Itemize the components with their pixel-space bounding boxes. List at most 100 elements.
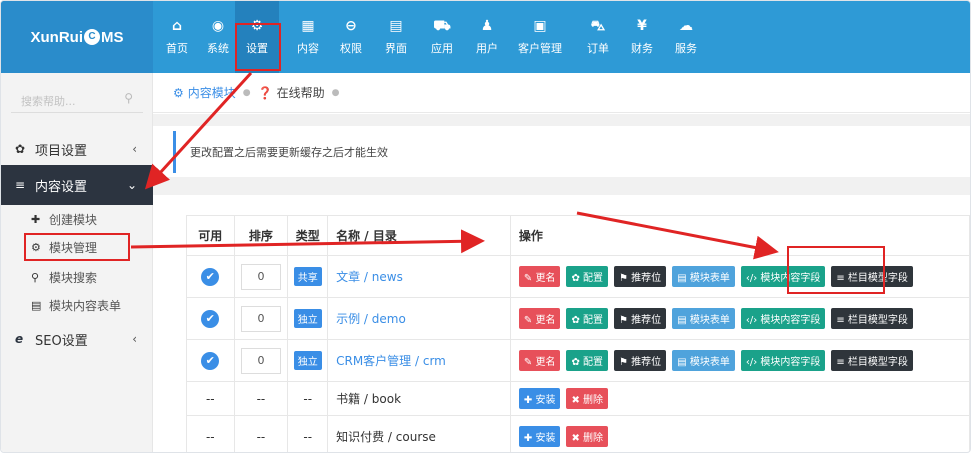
category-fields-button[interactable]: ≡ 栏目模型字段 — [831, 308, 913, 329]
chevron-left-icon: ‹ — [132, 332, 137, 346]
col-ops: 操作 — [509, 215, 970, 256]
breadcrumb-help[interactable]: 在线帮助 — [277, 84, 325, 101]
nav-system[interactable]: ◉ 系统 — [204, 1, 232, 73]
cell-dash: -- — [186, 415, 235, 452]
table-row: ✔ 0 独立 CRM客户管理 / crm ✎ 更名 ✿ 配置 ⚑ 推荐位 ▤ 模块表单… — [186, 339, 970, 382]
module-manage-highlight-box — [24, 233, 130, 261]
cell-dash: -- — [287, 415, 329, 452]
col-name: 名称 / 目录 — [327, 215, 511, 256]
grid-icon: ▦ — [301, 18, 315, 34]
breadcrumb-separator: ● — [331, 87, 340, 98]
col-order: 排序 — [233, 215, 289, 256]
table-row: -- -- -- 书籍 / book ✚ 安装 ✖ 删除 — [186, 381, 970, 416]
check-icon[interactable]: ✔ — [201, 309, 220, 328]
nav-label: 内容 — [297, 42, 319, 55]
category-fields-button[interactable]: ≡ 栏目模型字段 — [831, 350, 913, 371]
recommend-button[interactable]: ⚑ 推荐位 — [614, 266, 667, 287]
cloud-icon: ☁ — [679, 18, 693, 34]
recommend-button[interactable]: ⚑ 推荐位 — [614, 350, 667, 371]
search-icon[interactable]: ⚲ — [124, 91, 133, 105]
cubes-icon: ⛟ — [433, 18, 451, 34]
order-input[interactable]: 0 — [240, 305, 281, 332]
sidebar-sub-create-module[interactable]: ✚ 创建模块 — [1, 205, 153, 233]
module-name-link[interactable]: 示例 / demo — [336, 312, 406, 326]
nav-label: 界面 — [385, 42, 407, 55]
check-icon[interactable]: ✔ — [201, 351, 220, 370]
admin-window: XunRui C MS ⌂ 首页 ◉ 系统 ⚙ 设置 ▦ 内容 ⊖ 权限 ▤ 界面 ⛟ 应用 ♟ 用… — [0, 0, 971, 453]
config-button[interactable]: ✿ 配置 — [566, 266, 609, 287]
nav-label: 系统 — [207, 42, 229, 55]
logo-o: C — [84, 29, 100, 45]
table-row: -- -- -- 知识付费 / course ✚ 安装 ✖ 删除 — [186, 415, 970, 452]
order-input[interactable]: 0 — [240, 263, 281, 290]
bars-icon: ≡ — [15, 178, 26, 192]
sidebar-item-content-settings[interactable]: ≡ 内容设置 ⌄ — [1, 165, 153, 205]
rename-button[interactable]: ✎ 更名 — [518, 308, 561, 329]
chevron-left-icon: ‹ — [132, 142, 137, 156]
nav-interface[interactable]: ▤ 界面 — [381, 1, 411, 73]
rename-button[interactable]: ✎ 更名 — [518, 266, 561, 287]
sidebar-item-project-settings[interactable]: ✿ 项目设置 ‹ — [1, 129, 153, 169]
sidebar-sub-module-search[interactable]: ⚲ 模块搜索 — [1, 263, 153, 291]
config-button[interactable]: ✿ 配置 — [566, 350, 609, 371]
question-icon: ❓ — [257, 85, 273, 100]
sidebar-sub-label: 模块搜索 — [49, 270, 98, 285]
nav-permission[interactable]: ⊖ 权限 — [336, 1, 366, 73]
delete-button[interactable]: ✖ 删除 — [566, 426, 609, 447]
sidebar-item-label: SEO设置 — [35, 333, 88, 349]
sidebar-item-label: 内容设置 — [35, 179, 88, 195]
globe-icon: ◉ — [211, 18, 225, 34]
module-form-button[interactable]: ▤ 模块表单 — [672, 266, 735, 287]
module-fields-button[interactable]: ‹/› 模块内容字段 — [740, 350, 826, 371]
sidebar-sub-module-form[interactable]: ▤ 模块内容表单 — [1, 291, 153, 319]
gears-icon: ⚙ — [173, 85, 184, 100]
nav-label: 权限 — [340, 42, 362, 55]
nav-customers[interactable]: ▣ 客户管理 — [514, 1, 566, 73]
logo-text-left: XunRui — [30, 28, 84, 46]
logo[interactable]: XunRui C MS — [1, 1, 153, 73]
logo-text-right: MS — [101, 28, 124, 46]
breadcrumb-module[interactable]: 内容模块 — [188, 84, 236, 101]
sidebar-item-seo-settings[interactable]: e SEO设置 ‹ — [1, 319, 153, 359]
nav-services[interactable]: ☁ 服务 — [671, 1, 701, 73]
nav-orders[interactable]: ⛍ 订单 — [583, 1, 613, 73]
sidebar: 搜索帮助... ⚲ ✿ 项目设置 ‹ ≡ 内容设置 ⌄ ✚ 创建模块 ⚙ 模块管… — [1, 73, 153, 452]
install-button[interactable]: ✚ 安装 — [518, 426, 561, 447]
nav-users[interactable]: ♟ 用户 — [472, 1, 502, 73]
notice-text: 更改配置之后需要更新缓存之后才能生效 — [173, 131, 970, 173]
nav-home[interactable]: ⌂ 首页 — [163, 1, 191, 73]
nav-label: 用户 — [476, 42, 498, 55]
check-icon[interactable]: ✔ — [201, 267, 220, 286]
module-form-button[interactable]: ▤ 模块表单 — [672, 350, 735, 371]
home-icon: ⌂ — [171, 18, 183, 34]
search-placeholder: 搜索帮助... — [21, 95, 76, 108]
col-type: 类型 — [287, 215, 329, 256]
search-icon: ⚲ — [31, 270, 40, 284]
module-name-link[interactable]: 文章 / news — [336, 270, 403, 284]
user-icon: ♟ — [480, 18, 494, 34]
col-enabled: 可用 — [186, 215, 235, 256]
rename-button[interactable]: ✎ 更名 — [518, 350, 561, 371]
cell-dash: -- — [233, 415, 289, 452]
nav-label: 应用 — [431, 42, 453, 55]
table-row: ✔ 0 独立 示例 / demo ✎ 更名 ✿ 配置 ⚑ 推荐位 ▤ 模块表单 ‹/› … — [186, 297, 970, 340]
nav-content[interactable]: ▦ 内容 — [293, 1, 323, 73]
ie-icon: e — [15, 332, 24, 346]
search-input[interactable]: 搜索帮助... ⚲ — [11, 87, 143, 113]
install-button[interactable]: ✚ 安装 — [518, 388, 561, 409]
nav-finance[interactable]: ¥ 财务 — [627, 1, 657, 73]
type-badge: 独立 — [293, 351, 322, 370]
order-input[interactable]: 0 — [240, 347, 281, 374]
nav-apps[interactable]: ⛟ 应用 — [427, 1, 457, 73]
module-name-link[interactable]: CRM客户管理 / crm — [336, 354, 446, 368]
breadcrumb: ⚙ 内容模块 ● ❓ 在线帮助 ● — [153, 73, 970, 113]
sidebar-sub-label: 模块内容表单 — [49, 298, 122, 313]
chevron-down-icon: ⌄ — [126, 178, 137, 192]
recommend-button[interactable]: ⚑ 推荐位 — [614, 308, 667, 329]
module-form-button[interactable]: ▤ 模块表单 — [672, 308, 735, 329]
delete-button[interactable]: ✖ 删除 — [566, 388, 609, 409]
nav-label: 订单 — [587, 42, 609, 55]
module-fields-button[interactable]: ‹/› 模块内容字段 — [740, 308, 826, 329]
config-button[interactable]: ✿ 配置 — [566, 308, 609, 329]
sidebar-sub-label: 创建模块 — [49, 212, 98, 227]
